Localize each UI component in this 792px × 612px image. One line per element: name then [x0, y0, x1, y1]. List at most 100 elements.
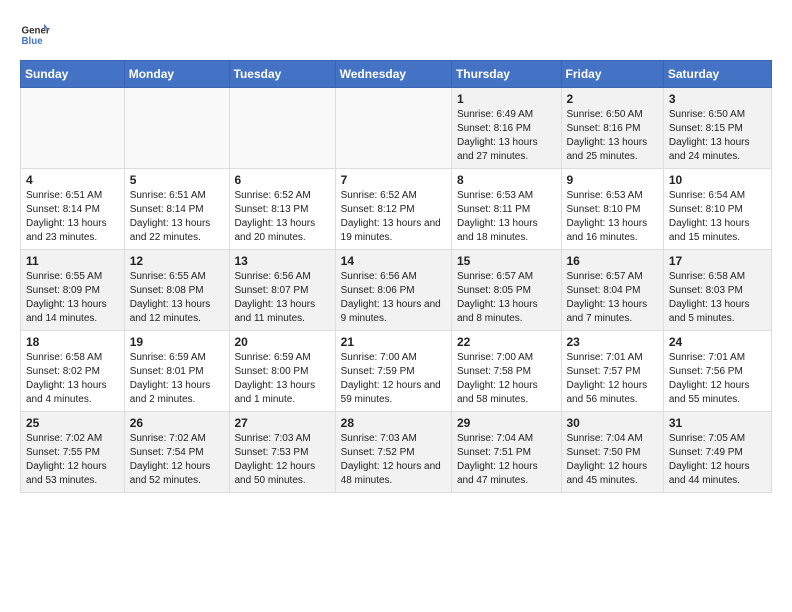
calendar-cell: 19 Sunrise: 6:59 AM Sunset: 8:01 PM Dayl… — [124, 331, 229, 412]
calendar-cell: 26 Sunrise: 7:02 AM Sunset: 7:54 PM Dayl… — [124, 412, 229, 493]
day-number: 12 — [130, 254, 224, 268]
calendar-cell: 20 Sunrise: 6:59 AM Sunset: 8:00 PM Dayl… — [229, 331, 335, 412]
weekday-header-sunday: Sunday — [21, 61, 125, 88]
sunset-label: Sunset: 7:53 PM — [235, 447, 309, 458]
day-info: Sunrise: 6:57 AM Sunset: 8:05 PM Dayligh… — [457, 270, 556, 326]
day-number: 13 — [235, 254, 330, 268]
daylight-label: Daylight: 12 hours and 55 minutes. — [669, 380, 750, 405]
day-number: 5 — [130, 173, 224, 187]
sunset-label: Sunset: 7:50 PM — [567, 447, 641, 458]
day-info: Sunrise: 6:49 AM Sunset: 8:16 PM Dayligh… — [457, 108, 556, 164]
sunset-label: Sunset: 7:54 PM — [130, 447, 204, 458]
sunrise-label: Sunrise: 7:00 AM — [341, 352, 417, 363]
daylight-label: Daylight: 12 hours and 56 minutes. — [567, 380, 648, 405]
daylight-label: Daylight: 12 hours and 45 minutes. — [567, 461, 648, 486]
sunset-label: Sunset: 7:49 PM — [669, 447, 743, 458]
day-info: Sunrise: 7:03 AM Sunset: 7:53 PM Dayligh… — [235, 432, 330, 488]
calendar-cell: 9 Sunrise: 6:53 AM Sunset: 8:10 PM Dayli… — [561, 169, 663, 250]
day-number: 18 — [26, 335, 119, 349]
sunset-label: Sunset: 8:16 PM — [457, 123, 531, 134]
sunrise-label: Sunrise: 6:53 AM — [457, 190, 533, 201]
calendar-cell: 27 Sunrise: 7:03 AM Sunset: 7:53 PM Dayl… — [229, 412, 335, 493]
day-info: Sunrise: 6:55 AM Sunset: 8:09 PM Dayligh… — [26, 270, 119, 326]
weekday-header-saturday: Saturday — [663, 61, 771, 88]
daylight-label: Daylight: 12 hours and 58 minutes. — [457, 380, 538, 405]
sunset-label: Sunset: 8:12 PM — [341, 204, 415, 215]
calendar-cell: 1 Sunrise: 6:49 AM Sunset: 8:16 PM Dayli… — [451, 88, 561, 169]
sunrise-label: Sunrise: 6:57 AM — [457, 271, 533, 282]
day-info: Sunrise: 6:52 AM Sunset: 8:13 PM Dayligh… — [235, 189, 330, 245]
sunset-label: Sunset: 7:58 PM — [457, 366, 531, 377]
daylight-label: Daylight: 13 hours and 20 minutes. — [235, 218, 316, 243]
calendar-week-row: 11 Sunrise: 6:55 AM Sunset: 8:09 PM Dayl… — [21, 250, 772, 331]
sunset-label: Sunset: 8:16 PM — [567, 123, 641, 134]
daylight-label: Daylight: 13 hours and 7 minutes. — [567, 299, 648, 324]
day-number: 10 — [669, 173, 766, 187]
day-info: Sunrise: 7:05 AM Sunset: 7:49 PM Dayligh… — [669, 432, 766, 488]
sunrise-label: Sunrise: 6:56 AM — [235, 271, 311, 282]
day-info: Sunrise: 6:52 AM Sunset: 8:12 PM Dayligh… — [341, 189, 446, 245]
sunrise-label: Sunrise: 6:52 AM — [341, 190, 417, 201]
sunrise-label: Sunrise: 6:58 AM — [26, 352, 102, 363]
sunrise-label: Sunrise: 7:05 AM — [669, 433, 745, 444]
sunset-label: Sunset: 8:10 PM — [567, 204, 641, 215]
calendar-week-row: 25 Sunrise: 7:02 AM Sunset: 7:55 PM Dayl… — [21, 412, 772, 493]
day-info: Sunrise: 7:00 AM Sunset: 7:58 PM Dayligh… — [457, 351, 556, 407]
daylight-label: Daylight: 13 hours and 4 minutes. — [26, 380, 107, 405]
day-info: Sunrise: 6:58 AM Sunset: 8:02 PM Dayligh… — [26, 351, 119, 407]
day-info: Sunrise: 6:54 AM Sunset: 8:10 PM Dayligh… — [669, 189, 766, 245]
daylight-label: Daylight: 13 hours and 27 minutes. — [457, 137, 538, 162]
weekday-header-monday: Monday — [124, 61, 229, 88]
calendar-cell: 21 Sunrise: 7:00 AM Sunset: 7:59 PM Dayl… — [335, 331, 451, 412]
daylight-label: Daylight: 13 hours and 8 minutes. — [457, 299, 538, 324]
sunset-label: Sunset: 8:13 PM — [235, 204, 309, 215]
sunset-label: Sunset: 8:08 PM — [130, 285, 204, 296]
calendar-cell: 5 Sunrise: 6:51 AM Sunset: 8:14 PM Dayli… — [124, 169, 229, 250]
day-info: Sunrise: 6:59 AM Sunset: 8:00 PM Dayligh… — [235, 351, 330, 407]
day-number: 25 — [26, 416, 119, 430]
calendar-cell: 25 Sunrise: 7:02 AM Sunset: 7:55 PM Dayl… — [21, 412, 125, 493]
sunset-label: Sunset: 7:52 PM — [341, 447, 415, 458]
sunrise-label: Sunrise: 6:51 AM — [130, 190, 206, 201]
calendar-cell — [124, 88, 229, 169]
sunrise-label: Sunrise: 7:03 AM — [341, 433, 417, 444]
sunset-label: Sunset: 7:57 PM — [567, 366, 641, 377]
day-number: 26 — [130, 416, 224, 430]
sunset-label: Sunset: 8:03 PM — [669, 285, 743, 296]
calendar-cell: 22 Sunrise: 7:00 AM Sunset: 7:58 PM Dayl… — [451, 331, 561, 412]
sunrise-label: Sunrise: 6:55 AM — [26, 271, 102, 282]
sunrise-label: Sunrise: 7:04 AM — [457, 433, 533, 444]
day-info: Sunrise: 7:01 AM Sunset: 7:57 PM Dayligh… — [567, 351, 658, 407]
sunset-label: Sunset: 7:55 PM — [26, 447, 100, 458]
sunrise-label: Sunrise: 6:50 AM — [669, 109, 745, 120]
day-number: 30 — [567, 416, 658, 430]
calendar-cell: 2 Sunrise: 6:50 AM Sunset: 8:16 PM Dayli… — [561, 88, 663, 169]
sunrise-label: Sunrise: 6:54 AM — [669, 190, 745, 201]
day-info: Sunrise: 6:56 AM Sunset: 8:07 PM Dayligh… — [235, 270, 330, 326]
day-info: Sunrise: 6:50 AM Sunset: 8:16 PM Dayligh… — [567, 108, 658, 164]
daylight-label: Daylight: 13 hours and 14 minutes. — [26, 299, 107, 324]
calendar-cell: 23 Sunrise: 7:01 AM Sunset: 7:57 PM Dayl… — [561, 331, 663, 412]
svg-text:Blue: Blue — [22, 36, 44, 47]
calendar-cell: 14 Sunrise: 6:56 AM Sunset: 8:06 PM Dayl… — [335, 250, 451, 331]
daylight-label: Daylight: 12 hours and 52 minutes. — [130, 461, 211, 486]
day-number: 1 — [457, 92, 556, 106]
daylight-label: Daylight: 13 hours and 12 minutes. — [130, 299, 211, 324]
sunrise-label: Sunrise: 6:50 AM — [567, 109, 643, 120]
calendar-week-row: 4 Sunrise: 6:51 AM Sunset: 8:14 PM Dayli… — [21, 169, 772, 250]
calendar-cell — [21, 88, 125, 169]
sunset-label: Sunset: 8:14 PM — [130, 204, 204, 215]
sunset-label: Sunset: 7:51 PM — [457, 447, 531, 458]
weekday-header-friday: Friday — [561, 61, 663, 88]
day-number: 11 — [26, 254, 119, 268]
daylight-label: Daylight: 13 hours and 23 minutes. — [26, 218, 107, 243]
sunrise-label: Sunrise: 7:02 AM — [130, 433, 206, 444]
day-number: 17 — [669, 254, 766, 268]
daylight-label: Daylight: 12 hours and 59 minutes. — [341, 380, 441, 405]
daylight-label: Daylight: 13 hours and 22 minutes. — [130, 218, 211, 243]
sunset-label: Sunset: 7:56 PM — [669, 366, 743, 377]
day-info: Sunrise: 6:55 AM Sunset: 8:08 PM Dayligh… — [130, 270, 224, 326]
calendar-cell: 8 Sunrise: 6:53 AM Sunset: 8:11 PM Dayli… — [451, 169, 561, 250]
day-info: Sunrise: 7:03 AM Sunset: 7:52 PM Dayligh… — [341, 432, 446, 488]
daylight-label: Daylight: 13 hours and 15 minutes. — [669, 218, 750, 243]
